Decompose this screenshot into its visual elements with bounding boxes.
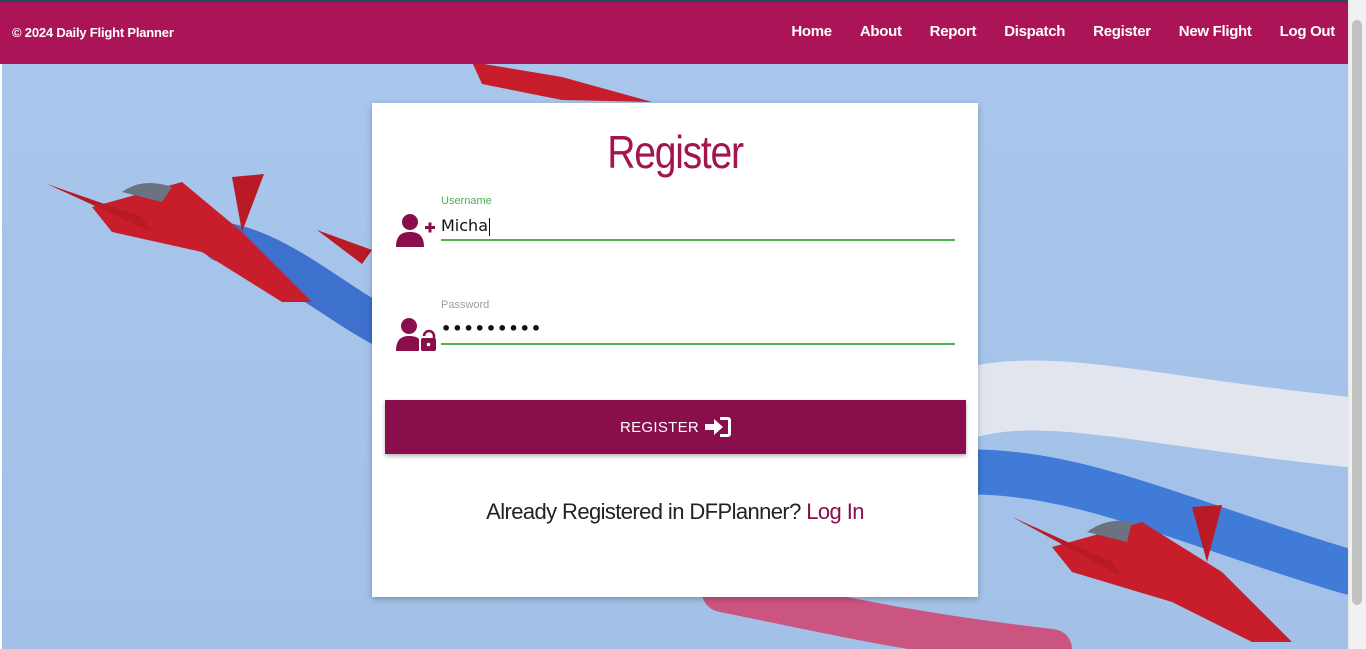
already-registered-text: Already Registered in DFPlanner? bbox=[486, 499, 801, 524]
register-button[interactable]: REGISTER bbox=[385, 400, 966, 454]
nav-log-out[interactable]: Log Out bbox=[1280, 23, 1336, 40]
password-masked-value: ••••••••• bbox=[441, 319, 543, 338]
scrollbar-thumb[interactable] bbox=[1352, 20, 1362, 605]
nav-home[interactable]: Home bbox=[791, 23, 832, 40]
username-value: Micha bbox=[441, 216, 488, 235]
log-in-link[interactable]: Log In bbox=[806, 499, 864, 524]
password-field-group: Password ••••••••• bbox=[396, 299, 956, 379]
password-input[interactable]: ••••••••• bbox=[441, 315, 955, 345]
nav-dispatch[interactable]: Dispatch bbox=[1004, 23, 1065, 40]
already-registered-line: Already Registered in DFPlanner? Log In bbox=[372, 499, 978, 525]
user-lock-icon bbox=[396, 318, 436, 351]
username-label: Username bbox=[441, 195, 492, 207]
nav-new-flight[interactable]: New Flight bbox=[1179, 23, 1252, 40]
nav-register[interactable]: Register bbox=[1093, 23, 1151, 40]
top-navbar: © 2024 Daily Flight Planner Home About R… bbox=[0, 0, 1349, 64]
username-input[interactable]: Micha bbox=[441, 211, 955, 241]
password-label: Password bbox=[441, 299, 490, 311]
register-card: Register Username Micha Password •••••••… bbox=[372, 103, 978, 597]
vertical-scrollbar[interactable] bbox=[1348, 0, 1366, 649]
sign-in-icon bbox=[705, 417, 732, 437]
nav-report[interactable]: Report bbox=[930, 23, 977, 40]
nav-about[interactable]: About bbox=[860, 23, 902, 40]
user-plus-icon bbox=[396, 214, 435, 247]
page-title: Register bbox=[607, 126, 744, 178]
register-button-label: REGISTER bbox=[619, 418, 700, 436]
brand-copyright: © 2024 Daily Flight Planner bbox=[12, 25, 174, 40]
username-field-group: Username Micha bbox=[396, 195, 956, 275]
main-nav: Home About Report Dispatch Register New … bbox=[763, 23, 1335, 40]
text-caret bbox=[489, 217, 490, 236]
